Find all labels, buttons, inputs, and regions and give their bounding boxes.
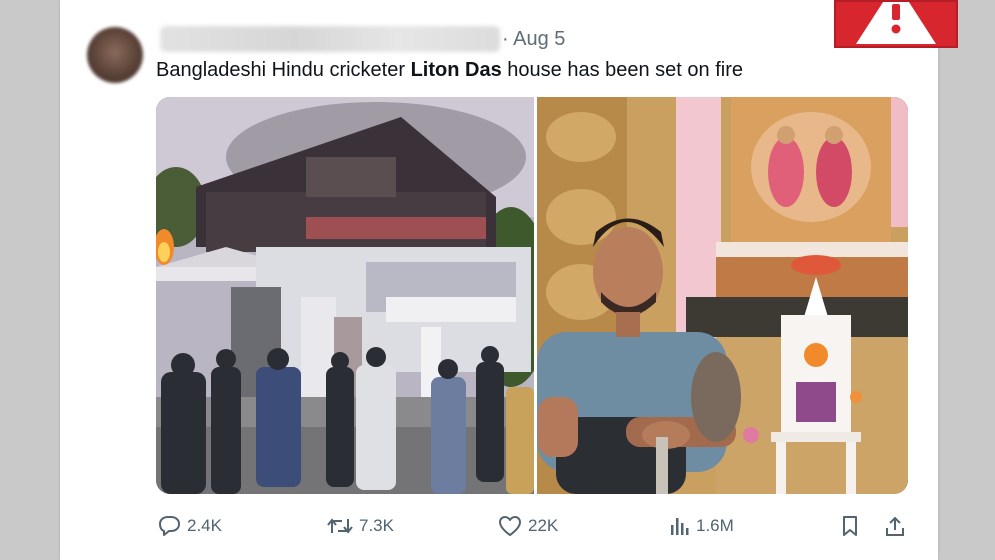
like-button[interactable]: 22K	[498, 512, 558, 540]
reply-icon	[159, 516, 180, 536]
views-button[interactable]: 1.6M	[668, 512, 734, 540]
share-button[interactable]	[884, 512, 906, 540]
warning-badge	[834, 0, 958, 48]
reply-count: 2.4K	[187, 516, 222, 535]
views-icon	[671, 518, 689, 535]
reply-button[interactable]: 2.4K	[157, 512, 222, 540]
avatar[interactable]	[87, 27, 143, 83]
blurred-username[interactable]	[160, 26, 500, 52]
tweet-text: Bangladeshi Hindu cricketer Liton Das ho…	[156, 59, 743, 82]
bookmark-icon	[843, 516, 857, 536]
tweet-text-name: Liton Das	[410, 59, 502, 81]
like-icon	[499, 516, 521, 536]
tweet-actions: 2.4K 7.3K 22K 1.6M	[0, 512, 995, 542]
bookmark-button[interactable]	[840, 512, 860, 540]
tweet-media[interactable]	[156, 97, 908, 494]
views-count: 1.6M	[696, 516, 734, 535]
retweet-icon	[327, 518, 353, 534]
retweet-count: 7.3K	[359, 516, 394, 535]
tweet-text-end: house has been set on fire	[501, 59, 743, 81]
tweet-text-start: Bangladeshi Hindu cricketer	[156, 59, 411, 81]
burning-house-photo[interactable]	[156, 97, 551, 494]
cricketer-photo[interactable]	[537, 97, 908, 494]
retweet-button[interactable]: 7.3K	[327, 512, 394, 540]
warning-icon	[856, 2, 936, 44]
tweet-date[interactable]: · Aug 5	[502, 28, 565, 51]
like-count: 22K	[528, 516, 559, 535]
share-icon	[886, 516, 904, 536]
